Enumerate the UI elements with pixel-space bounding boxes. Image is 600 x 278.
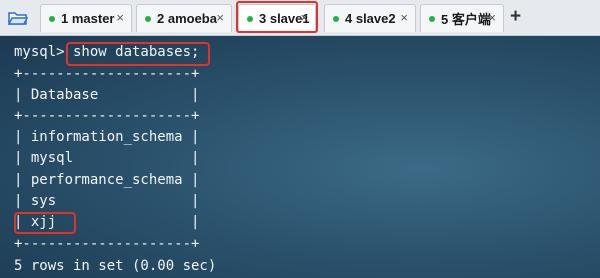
table-border-top: +--------------------+ xyxy=(14,66,200,82)
table-border-bottom: +--------------------+ xyxy=(14,236,200,252)
close-icon[interactable]: × xyxy=(488,10,496,25)
table-row: | sys | xyxy=(14,193,200,209)
table-row: | xjj | xyxy=(14,214,200,230)
close-icon[interactable]: × xyxy=(116,10,124,25)
terminal-output[interactable]: mysql> show databases; +----------------… xyxy=(0,36,600,278)
table-header: | Database | xyxy=(14,87,200,103)
tab-label: 2 amoeba xyxy=(157,11,217,26)
table-row: | mysql | xyxy=(14,150,200,166)
close-icon[interactable]: × xyxy=(400,10,408,25)
tab-1-master[interactable]: 1 master × xyxy=(40,4,132,32)
tab-3-slave1[interactable]: 3 slave1 × xyxy=(238,4,316,32)
status-dot-icon xyxy=(145,15,151,22)
folder-icon[interactable] xyxy=(6,7,30,29)
status-dot-icon xyxy=(49,15,55,22)
tab-label: 4 slave2 xyxy=(345,11,396,26)
tab-5-client[interactable]: 5 客户端 × xyxy=(420,4,504,32)
status-dot-icon xyxy=(429,15,435,22)
tab-2-amoeba[interactable]: 2 amoeba × xyxy=(136,4,232,32)
table-row: | performance_schema | xyxy=(14,172,200,188)
table-row: | information_schema | xyxy=(14,129,200,145)
tab-label: 5 客户端 xyxy=(441,12,491,27)
status-dot-icon xyxy=(247,15,253,22)
status-dot-icon xyxy=(333,15,339,22)
tab-bar: 1 master × 2 amoeba × 3 slave1 × 4 slave… xyxy=(0,0,600,36)
prompt-command-line: mysql> show databases; xyxy=(14,44,200,60)
new-tab-button[interactable]: + xyxy=(510,6,521,28)
tab-label: 1 master xyxy=(61,11,115,26)
tab-4-slave2[interactable]: 4 slave2 × xyxy=(324,4,416,32)
result-summary: 5 rows in set (0.00 sec) xyxy=(14,258,217,274)
close-icon[interactable]: × xyxy=(300,10,308,25)
table-border-mid: +--------------------+ xyxy=(14,108,200,124)
close-icon[interactable]: × xyxy=(216,10,224,25)
